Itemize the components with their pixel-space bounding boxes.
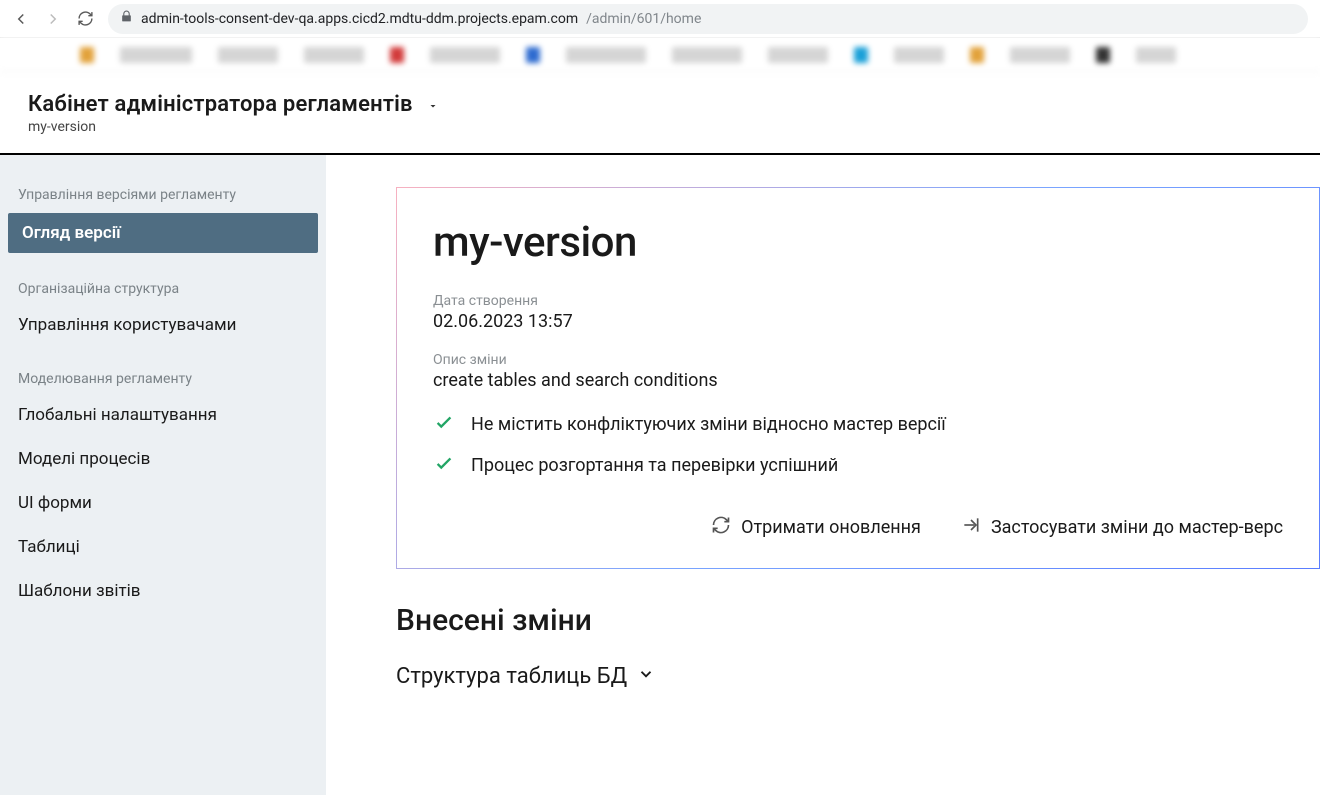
status-deploy-success: Процес розгортання та перевірки успішний <box>433 452 1283 479</box>
status-no-conflicts-text: Не містить конфліктуючих зміни відносно … <box>471 414 946 435</box>
sidebar-item-users[interactable]: Управління користувачами <box>0 303 326 347</box>
check-icon <box>433 452 455 479</box>
check-icon <box>433 411 455 438</box>
main-content: my-version Дата створення 02.06.2023 13:… <box>326 155 1320 795</box>
sidebar-group-versions: Управління версіями регламенту <box>0 173 326 209</box>
sidebar-item-report-templates[interactable]: Шаблони звітів <box>0 569 326 613</box>
apply-to-master-button[interactable]: Застосувати зміни до мастер-верс <box>961 515 1283 540</box>
sidebar-group-org: Організаційна структура <box>0 267 326 303</box>
changes-heading: Внесені зміни <box>396 603 1320 638</box>
browser-toolbar: admin-tools-consent-dev-qa.apps.cicd2.md… <box>0 0 1320 38</box>
address-bar[interactable]: admin-tools-consent-dev-qa.apps.cicd2.md… <box>108 4 1308 34</box>
reload-button[interactable] <box>76 10 94 28</box>
version-dropdown-caret[interactable] <box>427 92 439 116</box>
refresh-updates-button[interactable]: Отримати оновлення <box>711 515 921 540</box>
app-subtitle: my-version <box>28 119 413 135</box>
change-description-label: Опис зміни <box>433 352 1283 368</box>
refresh-icon <box>711 515 731 540</box>
chevron-down-icon <box>637 664 655 689</box>
url-path: /admin/601/home <box>586 11 701 27</box>
sidebar: Управління версіями регламенту Огляд вер… <box>0 155 326 795</box>
back-button[interactable] <box>12 10 30 28</box>
version-info-card: my-version Дата створення 02.06.2023 13:… <box>396 187 1320 569</box>
sidebar-item-overview[interactable]: Огляд версії <box>8 213 318 253</box>
forward-button[interactable] <box>44 10 62 28</box>
sidebar-item-global-settings[interactable]: Глобальні налаштування <box>0 393 326 437</box>
status-no-conflicts: Не містить конфліктуючих зміни відносно … <box>433 411 1283 438</box>
url-host: admin-tools-consent-dev-qa.apps.cicd2.md… <box>141 11 578 27</box>
apply-icon <box>961 515 981 540</box>
created-date-label: Дата створення <box>433 293 1283 309</box>
refresh-updates-label: Отримати оновлення <box>741 517 921 538</box>
db-structure-expander[interactable]: Структура таблиць БД <box>396 664 1320 689</box>
sidebar-item-tables[interactable]: Таблиці <box>0 525 326 569</box>
db-structure-label: Структура таблиць БД <box>396 664 627 689</box>
created-date-value: 02.06.2023 13:57 <box>433 311 1283 332</box>
change-description-value: create tables and search conditions <box>433 370 1283 391</box>
apply-to-master-label: Застосувати зміни до мастер-верс <box>991 517 1283 538</box>
app-title: Кабінет адміністратора регламентів <box>28 92 413 117</box>
sidebar-item-ui-forms[interactable]: UI форми <box>0 481 326 525</box>
sidebar-item-process-models[interactable]: Моделі процесів <box>0 437 326 481</box>
lock-icon <box>120 10 133 27</box>
sidebar-group-model: Моделювання регламенту <box>0 357 326 393</box>
bookmarks-bar <box>0 38 1320 72</box>
app-header: Кабінет адміністратора регламентів my-ve… <box>0 72 1320 155</box>
version-title: my-version <box>433 218 1283 267</box>
status-deploy-text: Процес розгортання та перевірки успішний <box>471 455 838 476</box>
